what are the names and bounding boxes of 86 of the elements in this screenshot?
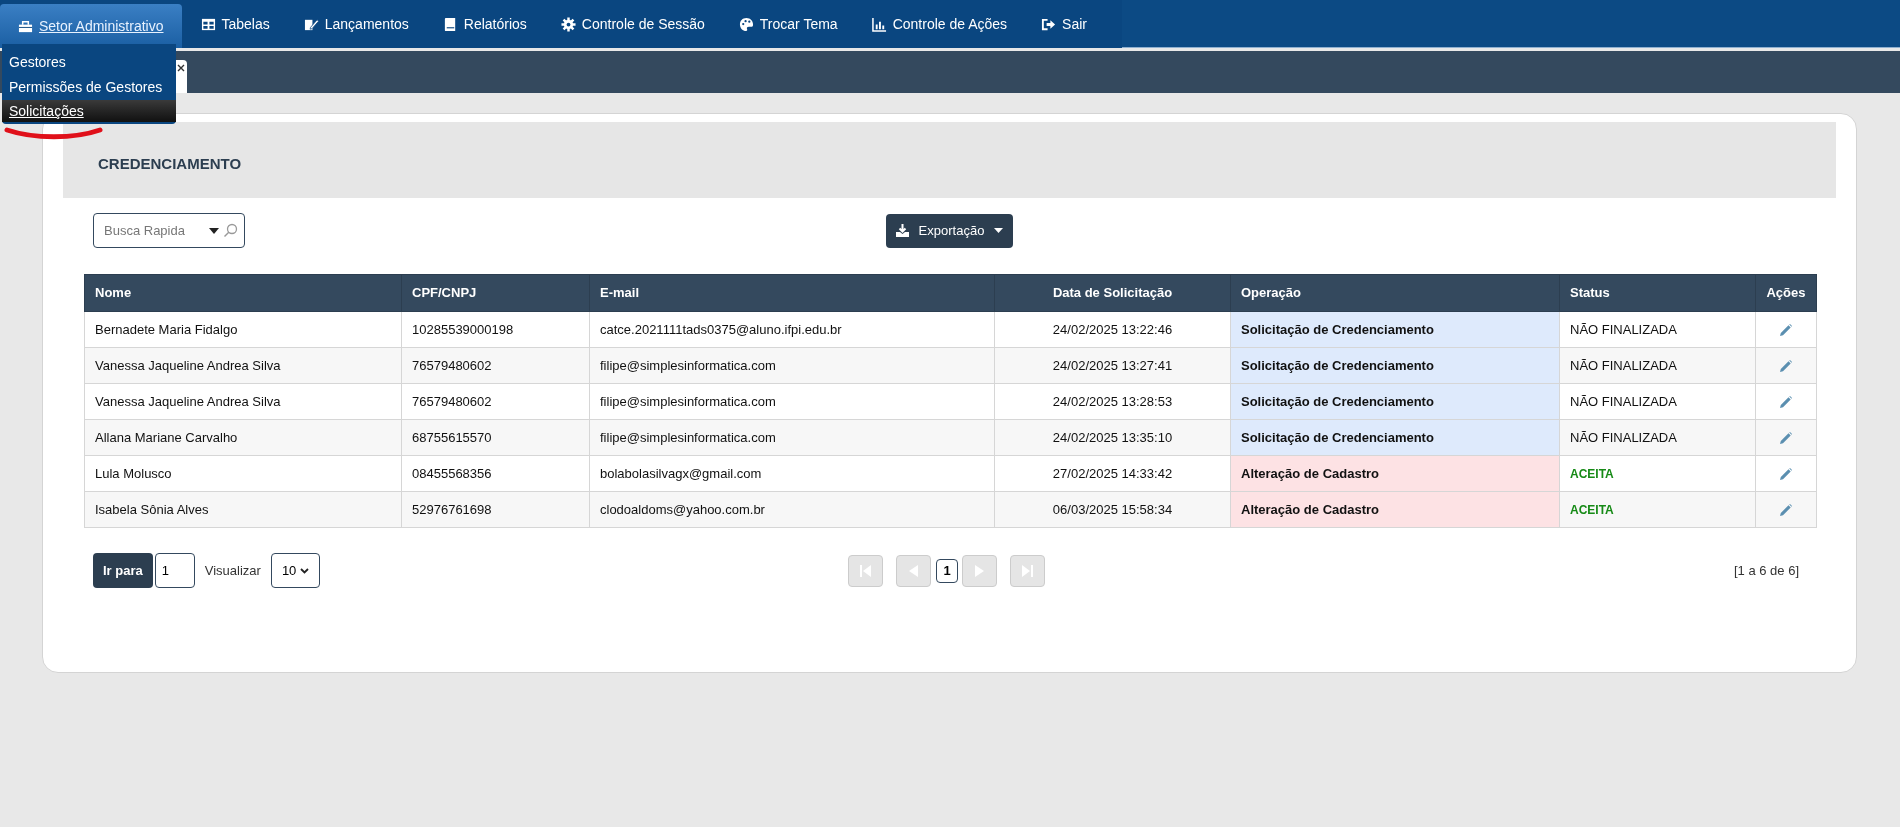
next-page-icon [975, 564, 984, 577]
search-field[interactable]: Busca Rapida [93, 213, 245, 248]
column-header[interactable]: E-mail [589, 274, 995, 312]
table-cell: 52976761698 [401, 491, 590, 528]
menu-item[interactable]: Gestores [2, 50, 176, 75]
table-cell: 08455568356 [401, 455, 590, 492]
table-cell: filipe@simplesinformatica.com [589, 419, 995, 456]
nav-item[interactable]: Lançamentos [288, 0, 424, 48]
edit-icon[interactable] [1780, 468, 1792, 481]
edit-icon[interactable] [1780, 360, 1792, 373]
nav-item[interactable]: Relatórios [427, 0, 542, 48]
record-count: [1 a 6 de 6] [1733, 561, 1799, 580]
edit-icon[interactable] [1780, 504, 1792, 517]
nav-item[interactable]: Sair [1026, 0, 1102, 48]
table-cell: NÃO FINALIZADA [1559, 311, 1756, 348]
table-cell: Vanessa Jaqueline Andrea Silva [84, 347, 402, 384]
table-cell: 10285539000198 [401, 311, 590, 348]
column-header[interactable]: CPF/CNPJ [401, 274, 590, 312]
column-header[interactable]: Operação [1230, 274, 1560, 312]
settings-icon [560, 16, 576, 32]
table-cell: filipe@simplesinformatica.com [589, 347, 995, 384]
bar-chart-icon [871, 16, 887, 32]
table-cell: 68755615570 [401, 419, 590, 456]
table-cell: Solicitação de Credenciamento [1230, 383, 1560, 420]
column-header[interactable]: Ações [1755, 274, 1817, 312]
nav-item[interactable]: Controle de Sessão [545, 0, 720, 48]
edit-icon [303, 16, 319, 32]
export-button[interactable]: Exportação [885, 213, 1014, 248]
table-cell: NÃO FINALIZADA [1559, 347, 1756, 384]
go-to-button[interactable]: Ir para [93, 553, 153, 588]
table-cell: Alteração de Cadastro [1230, 455, 1560, 492]
nav-item[interactable]: Controle de Ações [856, 0, 1023, 48]
table-cell: filipe@simplesinformatica.com [589, 383, 995, 420]
edit-icon[interactable] [1780, 324, 1792, 337]
download-icon [895, 224, 909, 237]
view-label: Visualizar [204, 561, 261, 580]
page-size-select[interactable]: 10 [270, 553, 320, 588]
edit-icon[interactable] [1780, 396, 1792, 409]
table-cell: Solicitação de Credenciamento [1230, 347, 1560, 384]
table-icon [200, 16, 216, 32]
book-icon [442, 16, 458, 32]
caret-icon [994, 228, 1004, 233]
table-cell: 76579480602 [401, 347, 590, 384]
menu-item[interactable]: Solicitações [2, 100, 176, 122]
table-cell: Solicitação de Credenciamento [1230, 311, 1560, 348]
nav-item[interactable]: Trocar Tema [723, 0, 853, 48]
briefcase-icon [18, 18, 33, 34]
column-header[interactable]: Data de Solicitação [994, 274, 1231, 312]
first-page-icon [860, 564, 871, 577]
last-page-icon [1022, 564, 1033, 577]
table-cell: Solicitação de Credenciamento [1230, 419, 1560, 456]
table-cell: NÃO FINALIZADA [1559, 383, 1756, 420]
table-cell: 76579480602 [401, 383, 590, 420]
panel-title: CREDENCIAMENTO [98, 155, 242, 172]
table-cell: 24/02/2025 13:27:41 [994, 347, 1231, 384]
close-icon[interactable] [177, 64, 185, 72]
table-cell: NÃO FINALIZADA [1559, 419, 1756, 456]
menu-item[interactable]: Permissões de Gestores [2, 75, 176, 100]
table-cell: catce.2021111tads0375@aluno.ifpi.edu.br [589, 311, 995, 348]
table-cell: clodoaldoms@yahoo.com.br [589, 491, 995, 528]
table-cell: 27/02/2025 14:33:42 [994, 455, 1231, 492]
table-cell: Bernadete Maria Fidalgo [84, 311, 402, 348]
table-cell: Lula Molusco [84, 455, 402, 492]
chevron-icon [299, 567, 309, 574]
page-number-field[interactable]: 1 [154, 553, 195, 588]
nav-item[interactable]: Setor Administrativo [0, 4, 182, 48]
table-cell: 24/02/2025 13:28:53 [994, 383, 1231, 420]
current-page-button[interactable]: 1 [936, 558, 958, 583]
sign-out-icon [1041, 16, 1057, 32]
column-header[interactable]: Status [1559, 274, 1756, 312]
table-cell: 24/02/2025 13:35:10 [994, 419, 1231, 456]
column-header[interactable]: Nome [84, 274, 402, 312]
dropdown-caret-icon[interactable] [209, 228, 219, 234]
nav-item[interactable]: Tabelas [185, 0, 285, 48]
edit-icon[interactable] [1780, 432, 1792, 445]
table-cell: Isabela Sônia Alves [84, 491, 402, 528]
table-cell: 24/02/2025 13:22:46 [994, 311, 1231, 348]
table-cell: ACEITA [1559, 491, 1756, 528]
table-cell: ACEITA [1559, 455, 1756, 492]
table-cell: Allana Mariane Carvalho [84, 419, 402, 456]
table-cell: bolabolasilvagx@gmail.com [589, 455, 995, 492]
table-cell: Vanessa Jaqueline Andrea Silva [84, 383, 402, 420]
palette-icon [738, 16, 754, 32]
table-cell: 06/03/2025 15:58:34 [994, 491, 1231, 528]
table-cell: Alteração de Cadastro [1230, 491, 1560, 528]
previous-page-icon [909, 564, 918, 577]
